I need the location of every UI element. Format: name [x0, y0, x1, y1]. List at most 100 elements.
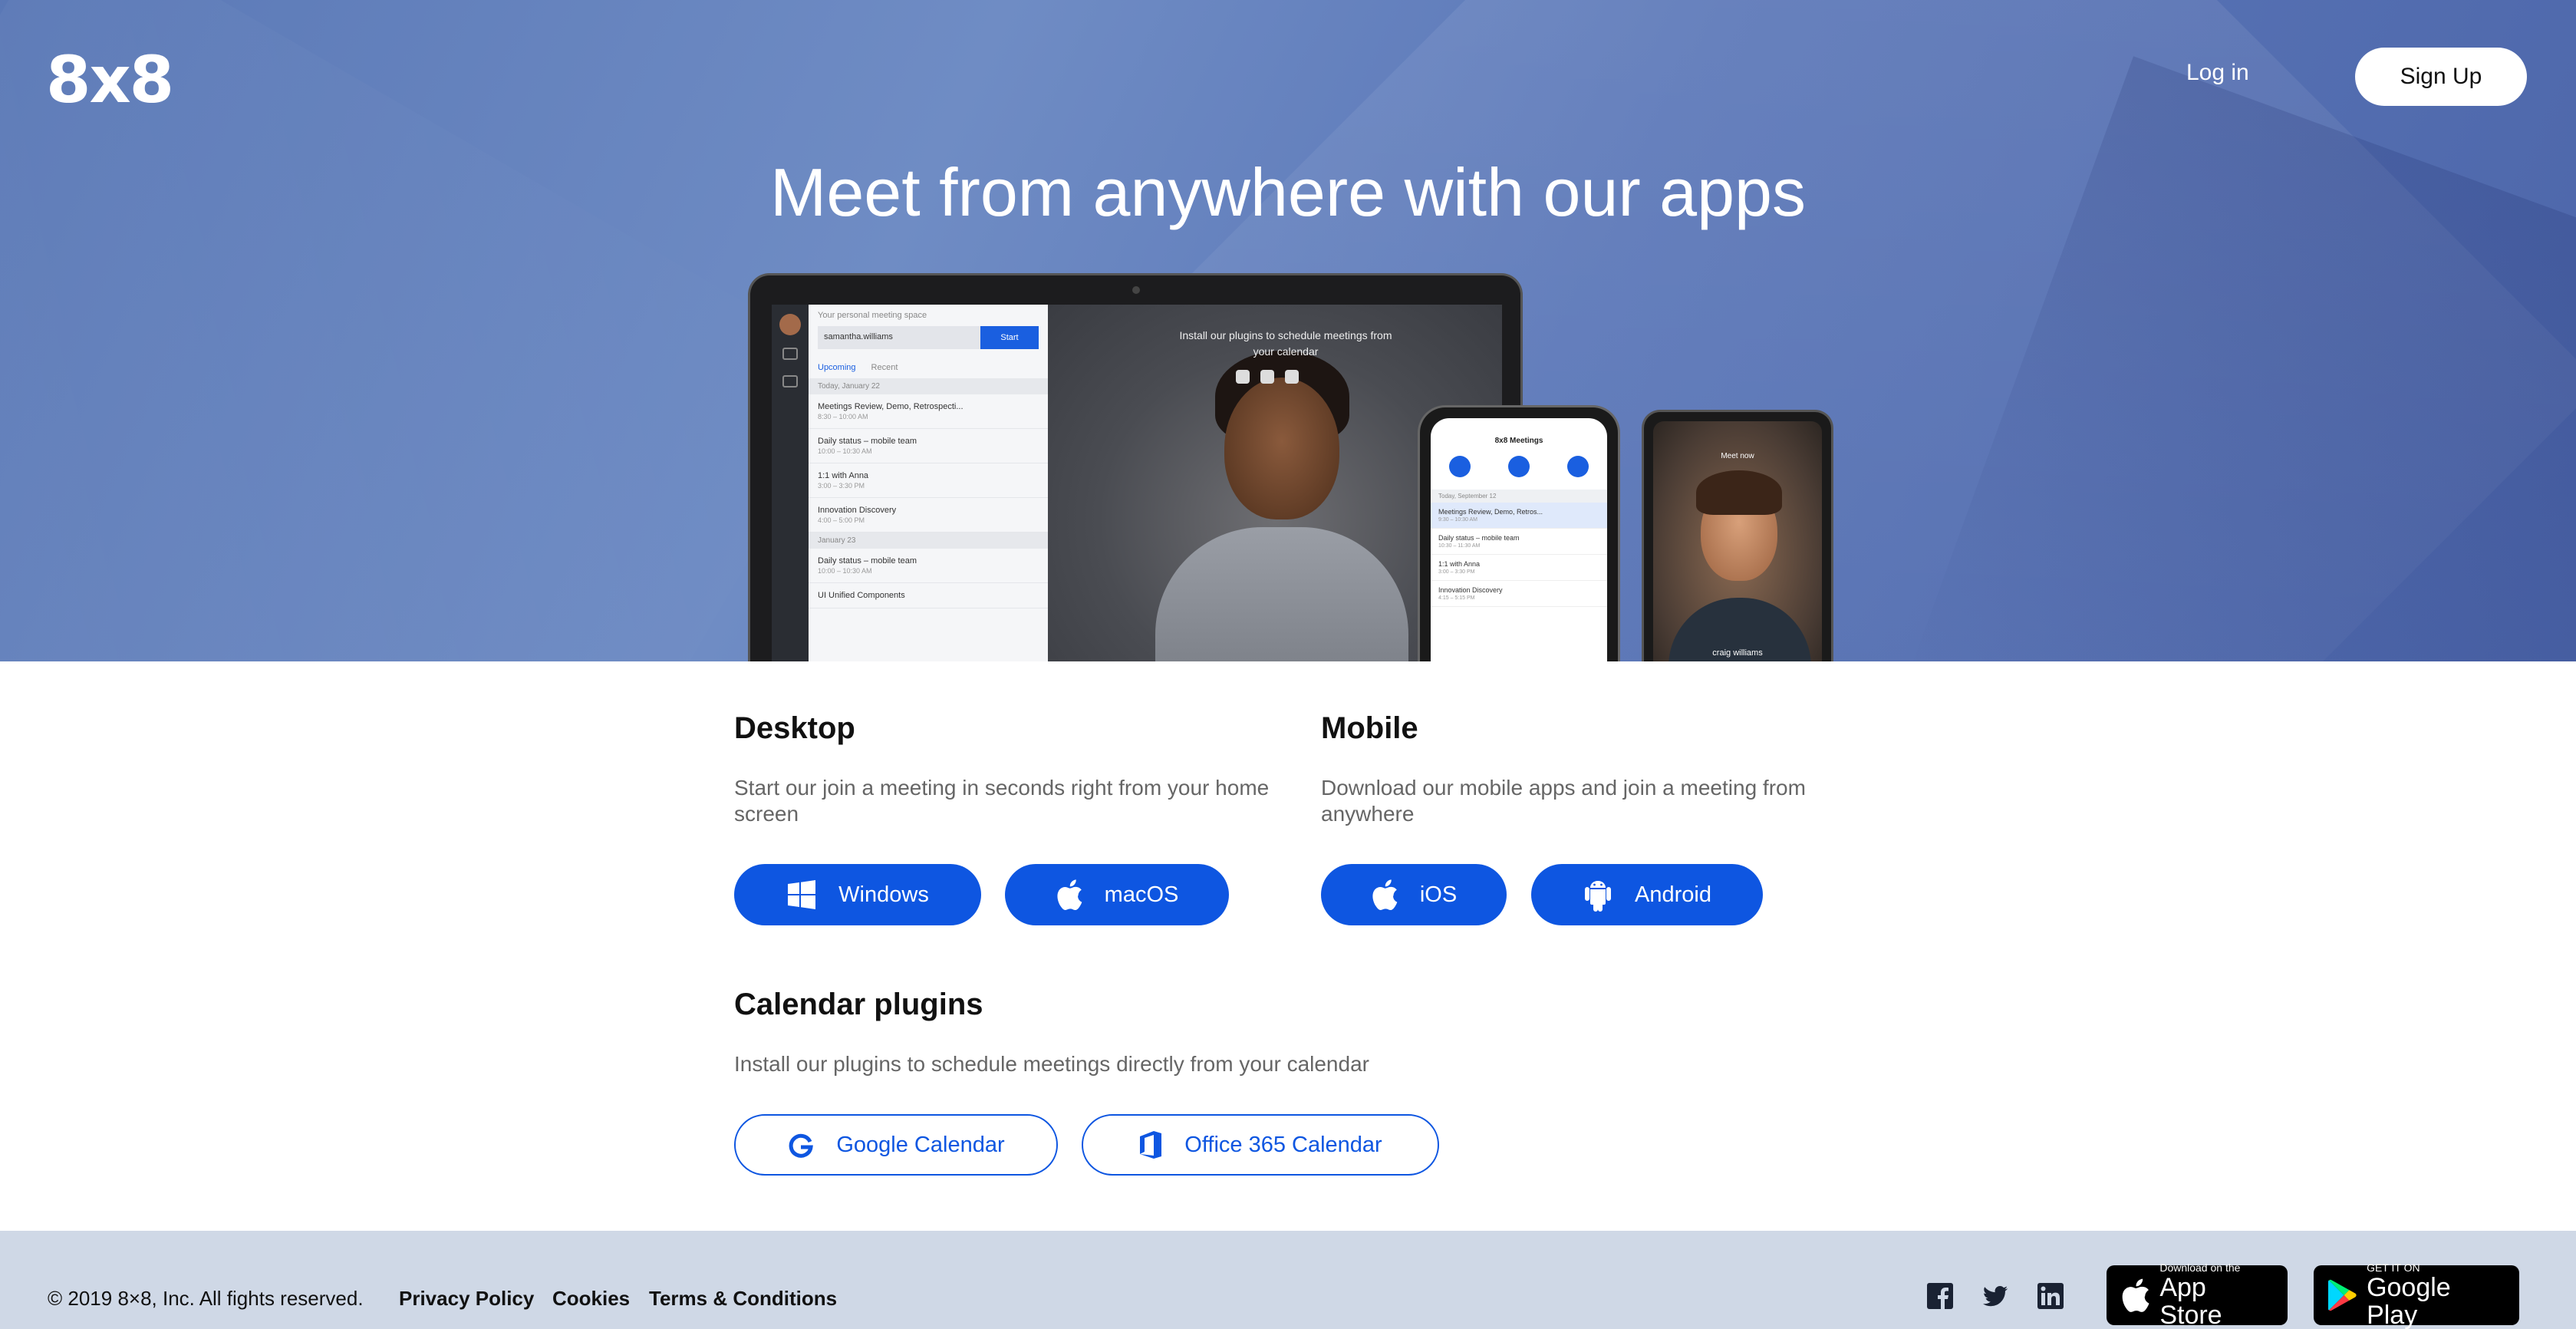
meeting-title: Innovation Discovery — [818, 506, 897, 515]
caller-name: craig williams — [1712, 648, 1763, 658]
meeting-title: Meetings Review, Demo, Retros... — [1438, 508, 1543, 516]
google-play-icon — [2327, 1279, 2357, 1311]
meeting-time: 4:15 – 5:15 PM — [1438, 595, 1475, 601]
office-icon — [1260, 370, 1274, 384]
macos-download-button[interactable]: macOS — [1005, 864, 1229, 925]
meeting-title: Daily status – mobile team — [818, 437, 917, 446]
meeting-time: 4:00 – 5:00 PM — [818, 516, 865, 524]
plugins-description: Install our plugins to schedule meetings… — [734, 1052, 1369, 1076]
panel-heading: Your personal meeting space — [818, 311, 927, 320]
google-icon — [789, 1133, 814, 1158]
logo[interactable]: 8x8 — [46, 42, 174, 117]
google-calendar-button[interactable]: Google Calendar — [734, 1114, 1058, 1176]
office365-calendar-button[interactable]: Office 365 Calendar — [1082, 1114, 1439, 1176]
meeting-title: 1:1 with Anna — [1438, 560, 1481, 568]
meeting-time: 10:00 – 10:30 AM — [818, 567, 872, 575]
linkedin-icon[interactable] — [2037, 1283, 2064, 1309]
person-face — [1224, 378, 1339, 519]
meeting-title: Daily status – mobile team — [1438, 534, 1520, 542]
avatar — [779, 314, 801, 335]
hero-title: Meet from anywhere with our apps — [770, 154, 1806, 230]
list-item: Innovation Discovery 4:00 – 5:00 PM — [809, 498, 1048, 533]
person-body — [1155, 527, 1408, 661]
android-icon — [1585, 879, 1612, 912]
list-item: Daily status – mobile team 10:30 – 11:30 … — [1431, 529, 1607, 555]
meeting-title: Meetings Review, Demo, Retrospecti... — [818, 402, 964, 411]
google-play-big-text: Google Play — [2367, 1273, 2451, 1329]
outlook-icon — [1285, 370, 1299, 384]
windows-icon — [788, 880, 816, 909]
list-item: Daily status – mobile team 10:00 – 10:30 … — [809, 429, 1048, 463]
app-store-badge[interactable]: Download on the App Store — [2107, 1261, 2288, 1329]
person-hair — [1696, 470, 1782, 515]
plugin-prompt: Install our plugins to schedule meetings… — [1179, 329, 1392, 358]
google-play-small-text: GET IT ON — [2367, 1261, 2420, 1274]
cookies-link[interactable]: Cookies — [552, 1287, 630, 1311]
office365-calendar-label: Office 365 Calendar — [1184, 1132, 1382, 1157]
list-item: Meetings Review, Demo, Retrospecti... 8:3… — [809, 394, 1048, 429]
meetings-panel: Your personal meeting space samantha.wil… — [809, 305, 1048, 661]
app-rail — [772, 305, 809, 661]
google-play-text: GET IT ON Google Play — [2367, 1261, 2505, 1329]
windows-download-button[interactable]: Windows — [734, 864, 981, 925]
apple-icon — [2122, 1278, 2149, 1312]
meeting-time: 9:30 – 10:30 AM — [1438, 517, 1477, 523]
mobile-heading: Mobile — [1321, 711, 1418, 745]
list-item: UI Unified Components — [809, 583, 1048, 608]
privacy-policy-link[interactable]: Privacy Policy — [399, 1287, 534, 1311]
tab-upcoming: Upcoming — [818, 363, 856, 372]
login-link[interactable]: Log in — [2186, 60, 2249, 86]
twitter-icon[interactable] — [1982, 1283, 2008, 1309]
day-separator: Today, September 12 — [1431, 490, 1607, 503]
terms-link[interactable]: Terms & Conditions — [649, 1287, 837, 1311]
apple-icon — [1057, 879, 1082, 911]
meeting-id-row: samantha.williams Start — [818, 326, 1039, 349]
meeting-title: Innovation Discovery — [1438, 586, 1503, 594]
app-store-big-text: App Store — [2159, 1273, 2222, 1329]
apple-icon — [1372, 879, 1398, 911]
google-calendar-label: Google Calendar — [836, 1132, 1005, 1157]
join-icon — [1507, 456, 1530, 477]
meeting-time: 10:00 – 10:30 AM — [818, 447, 872, 455]
desktop-description: Start our join a meeting in seconds righ… — [734, 776, 1270, 826]
windows-label: Windows — [838, 882, 929, 907]
meeting-id-field: samantha.williams — [818, 326, 980, 349]
cast-icon — [782, 375, 798, 387]
macos-label: macOS — [1104, 882, 1179, 907]
meeting-time: 10:30 – 11:30 AM — [1438, 543, 1481, 549]
phone-action-row — [1431, 456, 1607, 477]
list-item: Meetings Review, Demo, Retros... 9:30 – 1… — [1431, 503, 1607, 529]
desktop-heading: Desktop — [734, 711, 855, 745]
laptop-camera — [1132, 286, 1140, 294]
list-item: 1:1 with Anna 3:00 – 3:30 PM — [809, 463, 1048, 498]
android-screen: Meet now craig williams — [1653, 421, 1822, 661]
copyright-text: © 2019 8×8, Inc. All fights reserved. — [48, 1287, 364, 1310]
laptop-screen: Your personal meeting space samantha.wil… — [772, 305, 1502, 661]
meeting-time: 3:00 – 3:30 PM — [818, 482, 865, 490]
meeting-time: 8:30 – 10:00 AM — [818, 413, 868, 420]
google-play-badge[interactable]: GET IT ON Google Play — [2314, 1261, 2519, 1329]
facebook-icon[interactable] — [1927, 1283, 1953, 1309]
ios-label: iOS — [1419, 882, 1458, 907]
android-label: Android — [1635, 882, 1711, 907]
meet-now-icon — [1449, 456, 1471, 477]
start-button: Start — [980, 326, 1039, 349]
mobile-description: Download our mobile apps and join a meet… — [1321, 776, 1806, 826]
phone-app-title: 8x8 Meetings — [1494, 437, 1543, 445]
android-download-button[interactable]: Android — [1531, 864, 1763, 925]
meeting-time: 3:00 – 3:30 PM — [1438, 569, 1475, 575]
laptop-mockup: Your personal meeting space samantha.wil… — [748, 273, 1523, 661]
android-mockup: Meet now craig williams — [1642, 410, 1833, 661]
phone-call-title: Meet now — [1721, 452, 1754, 460]
hero-section: 8x8 Log in Sign Up Meet from anywhere wi… — [0, 0, 2576, 661]
meeting-title: 1:1 with Anna — [818, 471, 869, 480]
list-item: Daily status – mobile team 10:00 – 10:30 … — [809, 549, 1048, 583]
google-icon — [1236, 370, 1250, 384]
ios-download-button[interactable]: iOS — [1321, 864, 1507, 925]
tab-recent: Recent — [871, 363, 898, 372]
panel-tabs: Upcoming Recent — [809, 352, 1048, 378]
iphone-screen: 8x8 Meetings Today, September 12 Meeting… — [1431, 418, 1607, 661]
meeting-title: Daily status – mobile team — [818, 556, 917, 566]
meeting-title: UI Unified Components — [818, 591, 905, 600]
signup-button[interactable]: Sign Up — [2355, 48, 2527, 106]
